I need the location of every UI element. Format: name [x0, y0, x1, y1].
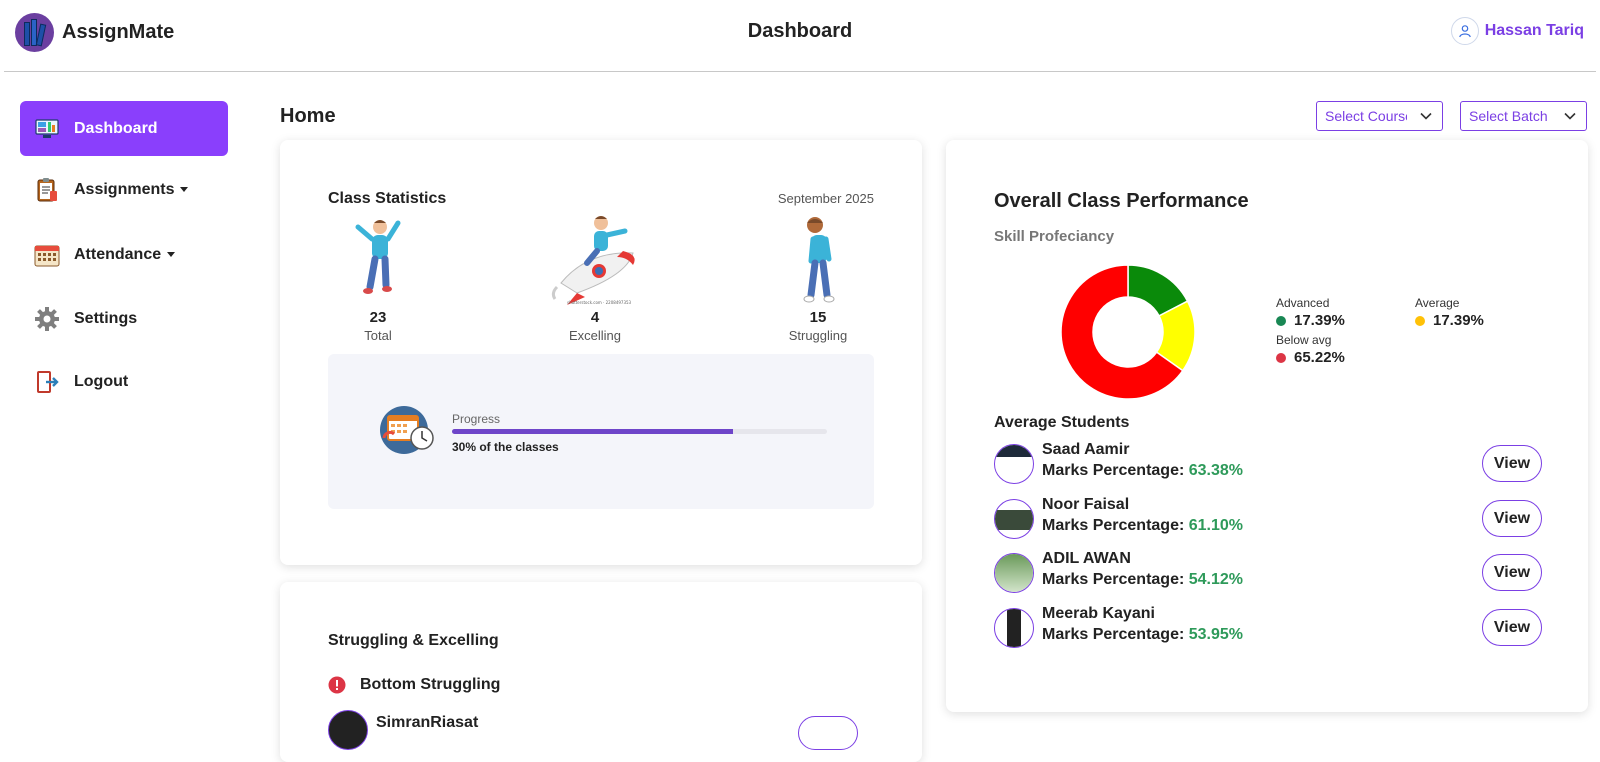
calendar-icon — [34, 242, 60, 268]
class-statistics-title: Class Statistics — [328, 190, 447, 207]
select-course-dropdown[interactable]: Select Course — [1316, 101, 1443, 131]
sidebar-item-label: Settings — [74, 309, 138, 327]
student-name: Saad Aamir — [1042, 441, 1130, 458]
stat-excelling: shutterstock.com · 2208497353 4 Excellin… — [545, 215, 645, 343]
legend-label: Below avg — [1276, 333, 1332, 347]
stat-label: Total — [364, 328, 392, 343]
legend-value: 17.39% — [1433, 312, 1484, 329]
view-button[interactable]: View — [1482, 445, 1542, 482]
stat-value: 4 — [590, 309, 600, 326]
marks-percentage: Marks Percentage: 53.95% — [1042, 626, 1244, 643]
page-title: Home — [280, 105, 336, 127]
jumping-person-illustration — [328, 215, 428, 305]
legend-below-avg: Below avg 65.22% — [1276, 333, 1345, 366]
avatar — [994, 553, 1034, 593]
struggling-excelling-card: Struggling & Excelling Bottom Struggling… — [280, 582, 922, 762]
marks-percentage: Marks Percentage: 61.10% — [1042, 517, 1244, 534]
sad-person-illustration — [768, 215, 868, 305]
caret-down-icon — [180, 186, 189, 192]
bottom-struggling-label: Bottom Struggling — [360, 676, 501, 693]
chevron-down-icon — [1420, 112, 1432, 120]
legend-advanced: Advanced 17.39% — [1276, 296, 1345, 329]
legend-value: 17.39% — [1294, 312, 1345, 329]
view-button[interactable]: View — [1482, 609, 1542, 646]
select-batch-label: Select Batch — [1469, 108, 1548, 124]
progress-bar-fill — [452, 429, 734, 434]
sidebar-item-attendance[interactable]: Attendance — [20, 227, 228, 282]
stat-value: 15 — [809, 309, 827, 326]
stat-label: Struggling — [788, 328, 848, 343]
stat-value: 23 — [369, 309, 387, 326]
progress-text: 30% of the classes — [452, 440, 559, 454]
view-button[interactable]: View — [1482, 500, 1542, 537]
list-item: Saad Aamir Marks Percentage: 63.38% View — [994, 441, 1542, 490]
page-header-title: Dashboard — [747, 20, 853, 42]
list-item: Meerab Kayani Marks Percentage: 53.95% V… — [994, 605, 1542, 654]
statistics-date: September 2025 — [777, 191, 874, 206]
select-course-label: Select Course — [1325, 108, 1407, 124]
stat-label: Excelling — [568, 328, 622, 343]
user-icon — [1450, 17, 1479, 45]
sidebar-item-label: Attendance — [74, 246, 176, 264]
bottom-struggling-heading: Bottom Struggling — [328, 676, 500, 694]
avatar — [994, 608, 1034, 648]
sidebar-item-settings[interactable]: Settings — [20, 291, 228, 346]
legend-label: Advanced — [1276, 296, 1330, 310]
user-menu[interactable]: Hassan Tariq — [1450, 17, 1584, 45]
sidebar-item-logout[interactable]: Logout — [20, 354, 228, 409]
legend-dot — [1276, 315, 1286, 326]
avatar — [994, 444, 1034, 484]
sidebar-item-assignments[interactable]: Assignments — [20, 162, 228, 217]
legend-dot — [1276, 352, 1286, 363]
class-statistics-card: Class Statistics September 2025 23 Total… — [280, 140, 922, 565]
student-name: Meerab Kayani — [1042, 605, 1155, 622]
user-name: Hassan Tariq — [1484, 22, 1584, 39]
avatar — [328, 710, 368, 750]
logout-icon — [34, 369, 60, 395]
student-name: SimranRiasat — [376, 714, 479, 731]
rocket-rider-illustration: shutterstock.com · 2208497353 — [545, 215, 645, 305]
view-button[interactable] — [798, 716, 858, 750]
sidebar: Dashboard Assignments Attendance Setting… — [0, 72, 240, 726]
list-item: ADIL AWAN Marks Percentage: 54.12% View — [994, 550, 1542, 599]
sidebar-item-label: Dashboard — [74, 119, 158, 137]
header-divider — [4, 71, 1596, 72]
legend-value: 65.22% — [1294, 349, 1345, 366]
skill-donut-chart — [1060, 264, 1196, 400]
avatar — [994, 499, 1034, 539]
progress-bar — [452, 429, 827, 434]
stat-total: 23 Total — [328, 215, 428, 343]
sidebar-item-label: Assignments — [74, 181, 189, 199]
caret-down-icon — [167, 251, 176, 257]
legend-label: Average — [1415, 296, 1460, 310]
average-students-title: Average Students — [994, 414, 1130, 431]
list-item: SimranRiasat — [328, 710, 478, 750]
sidebar-item-label: Logout — [74, 372, 129, 390]
select-batch-dropdown[interactable]: Select Batch — [1460, 101, 1587, 131]
marks-percentage: Marks Percentage: 63.38% — [1042, 462, 1244, 479]
student-name: Noor Faisal — [1042, 496, 1130, 513]
list-item: Noor Faisal Marks Percentage: 61.10% Vie… — [994, 496, 1542, 545]
student-name: ADIL AWAN — [1042, 550, 1131, 567]
monitor-icon — [34, 116, 60, 142]
clipboard-icon — [34, 177, 60, 203]
chevron-down-icon — [1564, 112, 1576, 120]
legend-average: Average 17.39% — [1415, 296, 1484, 329]
class-performance-card: Overall Class Performance Skill Profecia… — [946, 140, 1588, 712]
struggling-excelling-title: Struggling & Excelling — [328, 632, 499, 649]
gear-icon — [34, 306, 60, 332]
sidebar-item-dashboard[interactable]: Dashboard — [20, 101, 228, 156]
marks-percentage: Marks Percentage: 54.12% — [1042, 571, 1244, 588]
legend-dot — [1415, 315, 1425, 326]
progress-label: Progress — [452, 412, 501, 426]
schedule-clock-icon — [378, 404, 438, 461]
performance-title: Overall Class Performance — [994, 190, 1249, 212]
performance-subtitle: Skill Profeciancy — [994, 228, 1115, 245]
view-button[interactable]: View — [1482, 554, 1542, 591]
svg-text:shutterstock.com · 2208497353: shutterstock.com · 2208497353 — [567, 300, 632, 305]
stat-struggling: 15 Struggling — [768, 215, 868, 343]
progress-panel: Progress 30% of the classes — [328, 354, 874, 509]
alert-icon — [328, 676, 346, 694]
top-header: AssignMate Dashboard Hassan Tariq — [0, 0, 1600, 72]
